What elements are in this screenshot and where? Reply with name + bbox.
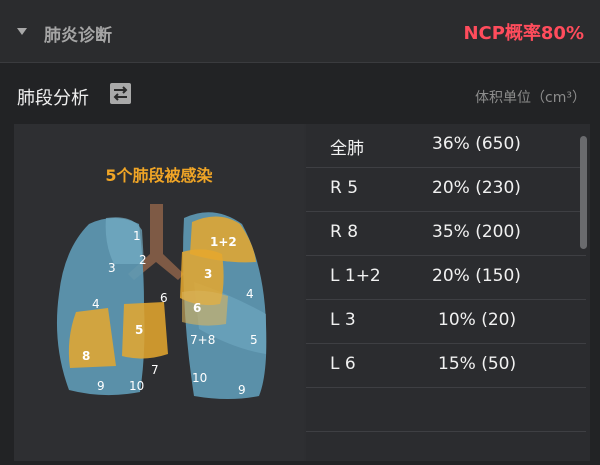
table-row[interactable]: L 6 15% (50): [306, 344, 586, 388]
header-title: 肺炎诊断: [44, 26, 112, 46]
collapse-arrow-icon[interactable]: [17, 28, 27, 35]
segment-value: 36% (650): [432, 134, 521, 154]
segment-label: 9: [97, 379, 105, 393]
swap-icon: [113, 86, 128, 101]
table-scrollbar[interactable]: [580, 136, 587, 249]
segment-label: 6: [193, 301, 201, 315]
segment-value: 20% (150): [432, 266, 521, 286]
segment-label: 1: [133, 229, 141, 243]
segment-label: 4: [92, 297, 100, 311]
segment-label: 7: [151, 363, 159, 377]
segment-table[interactable]: 全肺 36% (650) R 5 20% (230) R 8 35% (200)…: [306, 124, 590, 461]
infected-segment-r5: [122, 302, 168, 359]
segment-value: 10% (20): [438, 310, 517, 330]
segment-label: 7+8: [190, 333, 215, 347]
segment-label: 5: [135, 323, 143, 337]
table-row[interactable]: L 3 10% (20): [306, 300, 586, 344]
segment-label: 3: [108, 261, 116, 275]
segment-label: 2: [139, 253, 147, 267]
segment-value: 15% (50): [438, 354, 517, 374]
ncp-probability: NCP概率80%: [463, 23, 584, 44]
table-row[interactable]: L 1+2 20% (150): [306, 256, 586, 300]
segment-panel: 5个肺段被感染 1 2 3 4 5 6 7 8 9 10 1+2 3 4 5 6…: [14, 124, 590, 461]
table-row[interactable]: R 5 20% (230): [306, 168, 586, 212]
segment-label: 5: [250, 333, 258, 347]
segment-label: 1+2: [210, 235, 237, 249]
table-row-empty: [306, 388, 586, 432]
segment-label: 4: [246, 287, 254, 301]
diagnosis-header[interactable]: 肺炎诊断 NCP概率80%: [0, 0, 600, 63]
lung-caption: 5个肺段被感染: [105, 166, 213, 185]
infected-segment-r8: [68, 308, 116, 368]
lung-diagram: 1 2 3 4 5 6 7 8 9 10 1+2 3 4 5 6 7+8 9 1…: [56, 204, 267, 399]
table-row[interactable]: 全肺 36% (650): [306, 124, 586, 168]
lung-diagram-area: 5个肺段被感染 1 2 3 4 5 6 7 8 9 10 1+2 3 4 5 6…: [14, 124, 304, 461]
segment-name: L 3: [330, 310, 356, 330]
segment-value: 35% (200): [432, 222, 521, 242]
segment-label: 8: [82, 349, 90, 363]
segment-name: L 1+2: [330, 266, 381, 286]
segment-name: R 5: [330, 178, 359, 198]
section-title: 肺段分析: [17, 88, 89, 109]
infected-segment-l6: [182, 290, 228, 326]
segment-name: L 6: [330, 354, 356, 374]
segment-name: R 8: [330, 222, 359, 242]
segment-label: 10: [129, 379, 144, 393]
segment-label: 6: [160, 291, 168, 305]
swap-button[interactable]: [110, 83, 131, 104]
segment-value: 20% (230): [432, 178, 521, 198]
unit-label: 体积单位（cm³）: [475, 90, 586, 106]
segment-label: 10: [192, 371, 207, 385]
segment-label: 9: [238, 383, 246, 397]
segment-name: 全肺: [330, 139, 364, 159]
segment-label: 3: [204, 267, 212, 281]
table-row[interactable]: R 8 35% (200): [306, 212, 586, 256]
